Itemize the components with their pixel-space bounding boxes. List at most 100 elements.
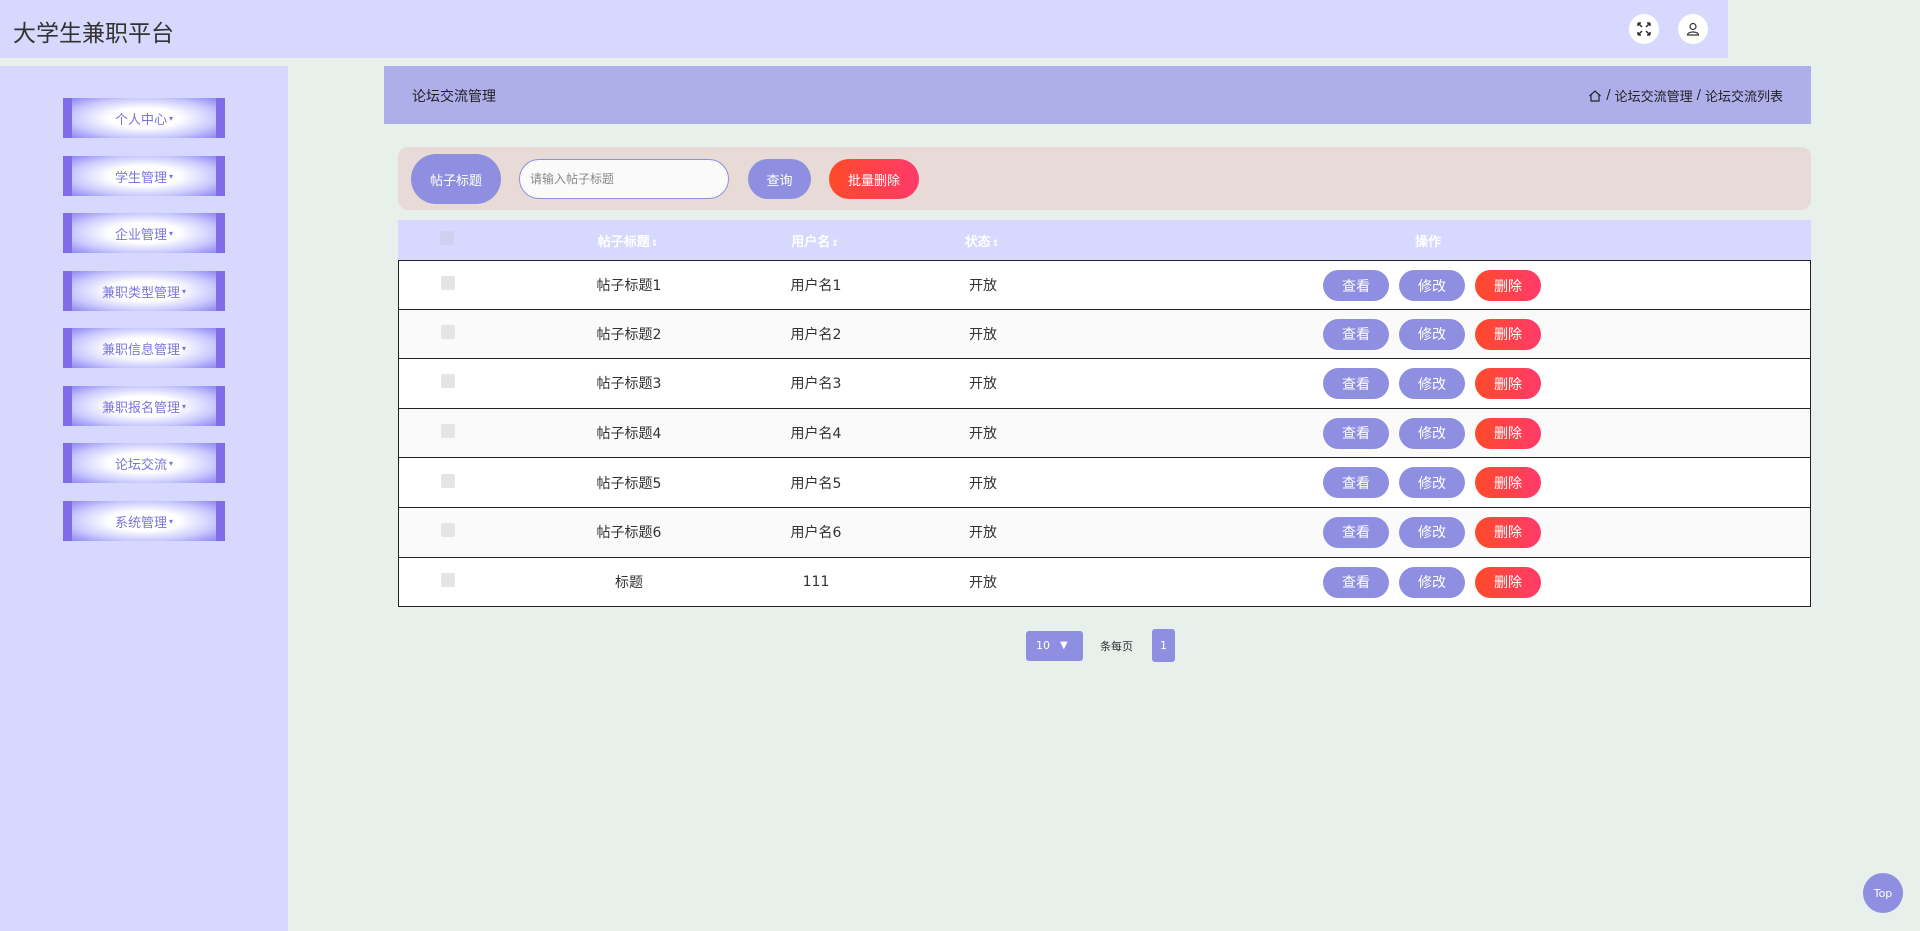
chevron-down-icon: ▾ [169, 171, 174, 181]
table-row: 帖子标题3 用户名3 开放 查看 修改 删除 [398, 359, 1811, 409]
row-checkbox[interactable] [441, 374, 455, 392]
row-actions: 查看 修改 删除 [1323, 270, 1541, 301]
search-bar: 帖子标题 查询 批量删除 [398, 147, 1811, 210]
column-header-status[interactable]: 状态⇕ [942, 231, 1022, 250]
user-button[interactable] [1678, 14, 1708, 44]
column-header-label: 用户名 [791, 234, 831, 250]
row-checkbox[interactable] [441, 324, 455, 343]
chevron-down-icon: ▾ [182, 286, 187, 296]
cell-title: 帖子标题4 [596, 426, 662, 443]
view-button[interactable]: 查看 [1323, 467, 1389, 499]
sort-icon: ⇕ [991, 238, 1000, 249]
cell-title: 帖子标题1 [596, 277, 662, 294]
chevron-down-icon: ▾ [182, 401, 187, 411]
batch-delete-button[interactable]: 批量删除 [829, 159, 919, 199]
table-header: 帖子标题⇕ 用户名⇕ 状态⇕ 操作 [398, 220, 1811, 260]
table-row: 帖子标题6 用户名6 开放 查看 修改 删除 [398, 507, 1811, 558]
view-button[interactable]: 查看 [1323, 566, 1389, 598]
sidebar: 个人中心 ▾ 学生管理 ▾ 企业管理 ▾ 兼职类型管理 ▾ 兼职信息管理 ▾ 兼职报名管理… [0, 66, 288, 931]
row-actions: 查看 修改 删除 [1323, 566, 1541, 598]
fullscreen-button[interactable] [1629, 14, 1659, 44]
delete-button[interactable]: 删除 [1475, 368, 1541, 400]
column-header-title[interactable]: 帖子标题⇕ [548, 231, 708, 250]
row-actions: 查看 修改 删除 [1323, 417, 1541, 449]
edit-button[interactable]: 修改 [1399, 516, 1465, 548]
chevron-down-icon: ▼ [1060, 640, 1068, 651]
view-button[interactable]: 查看 [1323, 368, 1389, 400]
delete-button[interactable]: 删除 [1475, 566, 1541, 598]
row-actions: 查看 修改 删除 [1323, 318, 1541, 350]
sidebar-item-label: 兼职信息管理 [101, 342, 180, 358]
delete-button[interactable]: 删除 [1475, 467, 1541, 499]
row-checkbox[interactable] [441, 572, 455, 591]
sidebar-item-label: 论坛交流 [114, 457, 167, 473]
delete-button[interactable]: 删除 [1475, 417, 1541, 449]
cell-status: 开放 [969, 426, 997, 443]
column-header-user[interactable]: 用户名⇕ [755, 231, 875, 250]
sidebar-item-enterprise[interactable]: 企业管理 ▾ [63, 213, 225, 253]
row-checkbox[interactable] [441, 424, 455, 442]
sidebar-item-job-signup[interactable]: 兼职报名管理 ▾ [63, 386, 225, 426]
edit-button[interactable]: 修改 [1399, 467, 1465, 499]
page-size-select[interactable]: 10 ▼ [1026, 630, 1083, 661]
chevron-down-icon: ▾ [169, 516, 174, 526]
sidebar-item-label: 企业管理 [114, 227, 167, 243]
edit-button[interactable]: 修改 [1399, 270, 1465, 301]
query-button[interactable]: 查询 [748, 159, 811, 199]
sidebar-item-forum[interactable]: 论坛交流 ▾ [63, 443, 225, 483]
cell-user: 用户名2 [790, 326, 842, 343]
sidebar-item-label: 学生管理 [114, 170, 167, 186]
table-row: 帖子标题2 用户名2 开放 查看 修改 删除 [398, 309, 1811, 360]
chevron-down-icon: ▾ [169, 113, 174, 123]
cell-title: 帖子标题3 [596, 376, 662, 393]
row-actions: 查看 修改 删除 [1323, 467, 1541, 499]
select-all-checkbox[interactable] [440, 231, 454, 249]
sidebar-item-student[interactable]: 学生管理 ▾ [63, 156, 225, 196]
table-row: 帖子标题5 用户名5 开放 查看 修改 删除 [398, 458, 1811, 508]
column-header-label: 帖子标题 [597, 234, 650, 250]
edit-button[interactable]: 修改 [1399, 566, 1465, 598]
delete-button[interactable]: 删除 [1475, 270, 1541, 301]
row-checkbox[interactable] [441, 473, 455, 492]
table-row: 帖子标题4 用户名4 开放 查看 修改 删除 [398, 408, 1811, 459]
home-icon[interactable] [1588, 89, 1602, 103]
cell-status: 开放 [969, 326, 997, 343]
edit-button[interactable]: 修改 [1399, 318, 1465, 350]
back-to-top-button[interactable]: Top [1863, 873, 1903, 913]
cell-title: 帖子标题6 [596, 525, 662, 542]
delete-button[interactable]: 删除 [1475, 516, 1541, 548]
breadcrumb-separator: / [1606, 88, 1611, 103]
view-button[interactable]: 查看 [1323, 270, 1389, 301]
page-title: 论坛交流管理 [412, 89, 496, 105]
page-number-button[interactable]: 1 [1152, 629, 1175, 662]
cell-user: 用户名3 [790, 376, 842, 393]
sidebar-item-system[interactable]: 系统管理 ▾ [63, 501, 225, 541]
sidebar-item-job-info[interactable]: 兼职信息管理 ▾ [63, 328, 225, 368]
breadcrumb-item-forum-list: 论坛交流列表 [1704, 90, 1783, 105]
sidebar-item-personal-center[interactable]: 个人中心 ▾ [63, 98, 225, 138]
edit-button[interactable]: 修改 [1399, 368, 1465, 400]
sidebar-item-job-type[interactable]: 兼职类型管理 ▾ [63, 271, 225, 311]
breadcrumb-item-forum-manage[interactable]: 论坛交流管理 [1615, 86, 1693, 105]
column-header-label: 状态 [964, 234, 991, 250]
cell-status: 开放 [969, 277, 997, 294]
row-checkbox[interactable] [441, 275, 455, 294]
sidebar-item-label: 系统管理 [114, 515, 167, 531]
cell-title: 帖子标题2 [596, 326, 662, 343]
cell-user: 111 [802, 573, 830, 590]
view-button[interactable]: 查看 [1323, 318, 1389, 350]
search-label: 帖子标题 [411, 154, 501, 204]
delete-button[interactable]: 删除 [1475, 318, 1541, 350]
sidebar-item-label: 兼职类型管理 [101, 285, 180, 301]
view-button[interactable]: 查看 [1323, 516, 1389, 548]
fullscreen-icon [1637, 22, 1651, 36]
chevron-down-icon: ▾ [169, 228, 174, 238]
search-input[interactable] [519, 159, 729, 199]
sidebar-item-label: 个人中心 [114, 112, 167, 128]
chevron-down-icon: ▾ [182, 343, 187, 353]
row-checkbox[interactable] [441, 523, 455, 541]
user-icon [1686, 22, 1700, 36]
view-button[interactable]: 查看 [1323, 417, 1389, 449]
edit-button[interactable]: 修改 [1399, 417, 1465, 449]
breadcrumb: / 论坛交流管理 / 论坛交流列表 [1588, 86, 1783, 105]
